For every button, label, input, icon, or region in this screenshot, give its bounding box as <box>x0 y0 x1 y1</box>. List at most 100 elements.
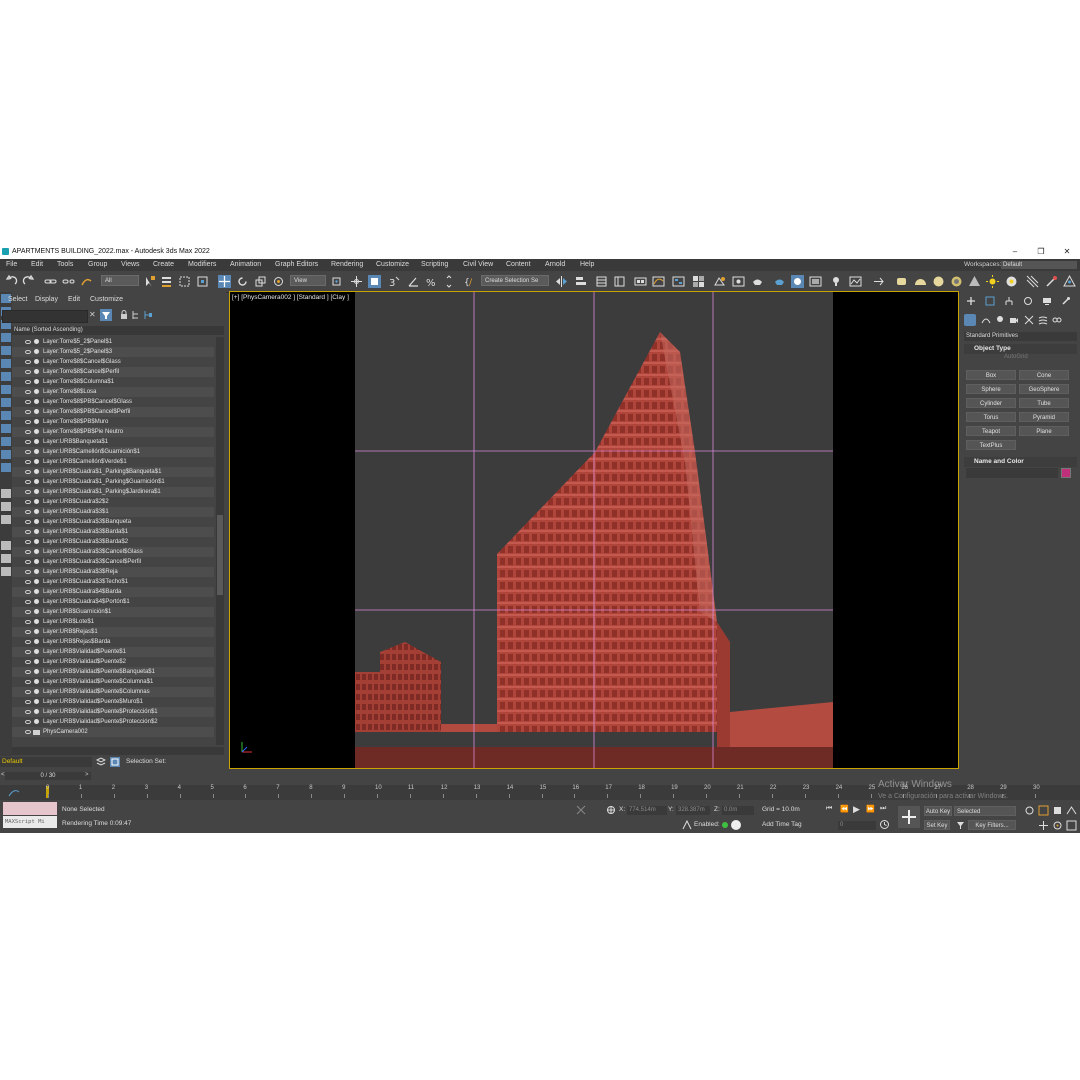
eye-icon[interactable] <box>25 450 31 454</box>
shape-box-icon[interactable] <box>895 275 908 288</box>
time-next-arrow-icon[interactable]: > <box>85 772 89 778</box>
list-item[interactable]: Layer:URB$Cuadra$3$Cancel$Perfil <box>12 557 214 567</box>
named-selection-icon[interactable]: {/ <box>463 275 476 288</box>
render-teapot-icon[interactable] <box>773 275 786 288</box>
display-xrefs-icon[interactable] <box>1 398 11 407</box>
select-and-scale-icon[interactable] <box>254 275 267 288</box>
display-cameras-icon[interactable] <box>1 346 11 355</box>
layer-stack-icon[interactable] <box>96 757 106 767</box>
helpers-category-icon[interactable] <box>1024 315 1034 325</box>
list-item[interactable]: Layer:URB$Camellón$Guarnición$1 <box>12 447 214 457</box>
filter-icon[interactable] <box>1 554 11 563</box>
list-item[interactable]: Layer:URB$Cuadra$3$Barda$2 <box>12 537 214 547</box>
list-item[interactable]: Layer:URB$Vialidad$Puente$Banqueta$1 <box>12 667 214 677</box>
display-spacewarps-icon[interactable] <box>1 372 11 381</box>
list-item[interactable]: Layer:URB$Guarnición$1 <box>12 607 214 617</box>
eye-icon[interactable] <box>25 590 31 594</box>
list-item[interactable]: Layer:Torre$8$Losa <box>12 387 214 397</box>
menu-animation[interactable]: Animation <box>230 259 261 271</box>
list-item[interactable]: Layer:URB$Camellón$Verde$1 <box>12 457 214 467</box>
curve-editor-icon[interactable] <box>652 275 665 288</box>
eye-icon[interactable] <box>25 600 31 604</box>
menu-file[interactable]: File <box>6 259 17 271</box>
sphere-button[interactable]: Sphere <box>966 384 1016 394</box>
reference-coord-dropdown[interactable]: View <box>290 275 326 286</box>
menu-arnold[interactable]: Arnold <box>545 259 565 271</box>
unlink-icon[interactable] <box>62 275 75 288</box>
lights-category-icon[interactable] <box>995 315 1005 325</box>
eye-icon[interactable] <box>25 420 31 424</box>
pyramid-button[interactable]: Pyramid <box>1019 412 1069 422</box>
mini-curve-editor-icon[interactable] <box>8 788 20 798</box>
display-hidden-icon[interactable] <box>1 450 11 459</box>
name-and-color-rollout[interactable]: Name and Color <box>964 457 1077 467</box>
eye-icon[interactable] <box>25 500 31 504</box>
filter-funnel-icon[interactable] <box>100 309 112 321</box>
eye-icon[interactable] <box>25 580 31 584</box>
environment-icon[interactable] <box>849 275 862 288</box>
display-influences-icon[interactable] <box>1 502 11 511</box>
eye-icon[interactable] <box>25 390 31 394</box>
maximize-button[interactable]: ❐ <box>1030 245 1052 259</box>
eye-icon[interactable] <box>25 570 31 574</box>
absolute-mode-icon[interactable] <box>606 805 616 815</box>
eye-icon[interactable] <box>25 340 31 344</box>
maximize-viewport-icon[interactable] <box>1066 820 1077 831</box>
minimize-button[interactable]: – <box>1004 245 1026 259</box>
select-and-place-icon[interactable] <box>272 275 285 288</box>
eye-icon[interactable] <box>25 620 31 624</box>
hierarchy-tab-icon[interactable] <box>1004 296 1014 306</box>
sync-selection-icon[interactable] <box>1 541 11 550</box>
object-name-input[interactable] <box>966 468 1058 478</box>
key-mode-dropdown[interactable]: Selected <box>954 806 1016 816</box>
keyboard-shortcut-toggle-icon[interactable] <box>368 275 381 288</box>
set-keys-icon[interactable] <box>898 806 920 828</box>
list-item[interactable]: Layer:Torre$8$PB$Cancel$Glass <box>12 397 214 407</box>
eye-icon[interactable] <box>25 530 31 534</box>
column-header-name[interactable]: Name (Sorted Ascending) <box>12 326 224 335</box>
torus-button[interactable]: Torus <box>966 412 1016 422</box>
percent-snap-icon[interactable]: % <box>425 275 438 288</box>
undo-icon[interactable] <box>5 275 18 288</box>
grid-display-icon[interactable] <box>1026 275 1039 288</box>
select-by-name-icon[interactable] <box>160 275 173 288</box>
menu-content[interactable]: Content <box>506 259 531 271</box>
eye-icon[interactable] <box>25 550 31 554</box>
select-and-rotate-icon[interactable] <box>236 275 249 288</box>
list-item[interactable]: Layer:Torre$5_2$Panel$3 <box>12 347 214 357</box>
create-tab-icon[interactable] <box>966 296 976 306</box>
eye-icon[interactable] <box>25 360 31 364</box>
list-item[interactable]: Layer:URB$Cuadra$2$2 <box>12 497 214 507</box>
set-key-button[interactable]: Set Key <box>924 820 950 830</box>
list-item[interactable]: Layer:URB$Cuadra$1_Parking$Jardinera$1 <box>12 487 214 497</box>
zoom-extents-selected-icon[interactable] <box>1052 805 1063 816</box>
light-lister-icon[interactable] <box>831 275 844 288</box>
list-item[interactable]: Layer:Torre$8$PB$Muro <box>12 417 214 427</box>
autogrid-checkbox[interactable]: AutoGrid <box>1004 354 1028 360</box>
menu-views[interactable]: Views <box>121 259 140 271</box>
eye-icon[interactable] <box>25 700 31 704</box>
eye-icon[interactable] <box>25 440 31 444</box>
network-icon[interactable] <box>1063 275 1076 288</box>
eye-icon[interactable] <box>25 640 31 644</box>
field-of-view-icon[interactable] <box>1066 805 1077 816</box>
menu-tools[interactable]: Tools <box>57 259 73 271</box>
selection-filter-dropdown[interactable]: All <box>101 275 139 286</box>
workspaces-dropdown[interactable]: Default <box>1001 261 1077 269</box>
z-coord-field[interactable]: 0.0m <box>722 806 754 815</box>
lock-icon[interactable] <box>119 310 129 320</box>
list-item[interactable]: Layer:URB$Vialidad$Puente$Columna$1 <box>12 677 214 687</box>
spinner-snap-icon[interactable] <box>443 275 456 288</box>
sky-icon[interactable] <box>1005 275 1018 288</box>
menu-group[interactable]: Group <box>88 259 107 271</box>
layer-explorer-icon[interactable] <box>595 275 608 288</box>
x-coord-field[interactable]: 774.514m <box>627 806 667 815</box>
plane-button[interactable]: Plane <box>1019 426 1069 436</box>
eye-icon[interactable] <box>25 350 31 354</box>
list-item[interactable]: Layer:URB$Vialidad$Puente$Columnas <box>12 687 214 697</box>
display-tab-icon[interactable] <box>1042 296 1052 306</box>
cameras-category-icon[interactable] <box>1009 315 1019 325</box>
display-lights-icon[interactable] <box>1 333 11 342</box>
list-item[interactable]: Layer:URB$Vialidad$Puente$Protección$2 <box>12 717 214 727</box>
list-item[interactable]: Layer:URB$Cuadra$4$Barda <box>12 587 214 597</box>
